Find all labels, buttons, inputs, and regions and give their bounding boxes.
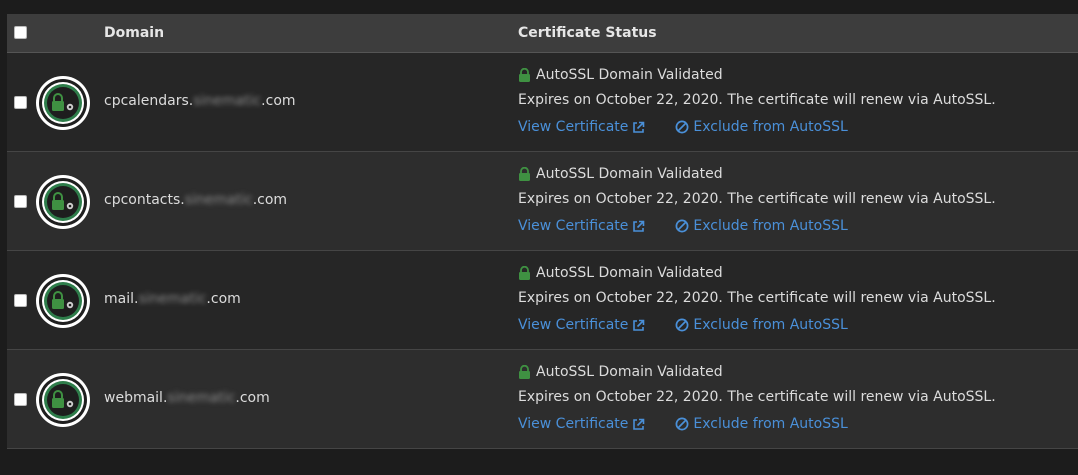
row-checkbox[interactable] [14,195,27,208]
row-actions: View Certificate Exclude from AutoSSL [518,119,848,135]
exclude-label: Exclude from AutoSSL [693,119,848,135]
domain-redacted: sinematic [138,291,207,307]
status-text: AutoSSL Domain Validated [536,166,723,182]
certificate-status: AutoSSL Domain Validated [518,265,723,281]
domain-redacted: sinematic [167,390,236,406]
lock-gear-icon [52,93,74,111]
domain-prefix: cpcontacts. [104,192,185,208]
domain-prefix: webmail. [104,390,168,406]
view-certificate-link[interactable]: View Certificate [518,119,645,135]
domain-prefix: cpcalendars. [104,93,194,109]
domain-name: cpcalendars.sinematic.com [104,93,296,109]
external-link-icon [633,220,645,232]
exclude-label: Exclude from AutoSSL [693,416,848,432]
table-row: webmail.sinematic.com AutoSSL Domain Val… [7,350,1078,449]
ssl-badge-icon [36,76,90,130]
lock-icon [519,68,530,82]
view-certificate-label: View Certificate [518,218,629,234]
ban-icon [675,120,689,134]
table-row: cpcontacts.sinematic.com AutoSSL Domain … [7,152,1078,251]
row-checkbox[interactable] [14,96,27,109]
expiry-text: Expires on October 22, 2020. The certifi… [518,191,996,207]
expiry-text: Expires on October 22, 2020. The certifi… [518,92,996,108]
lock-icon [519,365,530,379]
domain-name: mail.sinematic.com [104,291,241,307]
domain-suffix: .com [252,192,288,208]
domain-suffix: .com [261,93,296,109]
lock-icon [519,167,530,181]
lock-gear-icon [52,192,74,210]
column-header-certificate-status[interactable]: Certificate Status [518,25,657,41]
certificate-status: AutoSSL Domain Validated [518,67,723,83]
ssl-badge-icon [36,274,90,328]
domain-name: webmail.sinematic.com [104,390,270,406]
status-text: AutoSSL Domain Validated [536,265,723,281]
row-checkbox[interactable] [14,294,27,307]
lock-icon [519,266,530,280]
expiry-text: Expires on October 22, 2020. The certifi… [518,290,996,306]
table-row: cpcalendars.sinematic.com AutoSSL Domain… [7,53,1078,152]
table-row: mail.sinematic.com AutoSSL Domain Valida… [7,251,1078,350]
domain-suffix: .com [206,291,241,307]
exclude-from-autossl-link[interactable]: Exclude from AutoSSL [675,119,848,135]
row-actions: View Certificate Exclude from AutoSSL [518,416,848,432]
view-certificate-label: View Certificate [518,416,629,432]
certificate-status: AutoSSL Domain Validated [518,364,723,380]
expiry-text: Expires on October 22, 2020. The certifi… [518,389,996,405]
status-text: AutoSSL Domain Validated [536,67,723,83]
ssl-badge-icon [36,373,90,427]
lock-gear-icon [52,291,74,309]
exclude-label: Exclude from AutoSSL [693,317,848,333]
view-certificate-label: View Certificate [518,119,629,135]
exclude-from-autossl-link[interactable]: Exclude from AutoSSL [675,218,848,234]
exclude-from-autossl-link[interactable]: Exclude from AutoSSL [675,317,848,333]
exclude-from-autossl-link[interactable]: Exclude from AutoSSL [675,416,848,432]
view-certificate-link[interactable]: View Certificate [518,218,645,234]
lock-gear-icon [52,390,74,408]
view-certificate-label: View Certificate [518,317,629,333]
domain-redacted: sinematic [184,192,253,208]
table-header: Domain Certificate Status [7,14,1078,53]
column-header-domain[interactable]: Domain [104,25,164,41]
select-all-checkbox[interactable] [14,26,27,39]
domain-suffix: .com [235,390,270,406]
certificate-status: AutoSSL Domain Validated [518,166,723,182]
row-actions: View Certificate Exclude from AutoSSL [518,317,848,333]
view-certificate-link[interactable]: View Certificate [518,416,645,432]
ssl-badge-icon [36,175,90,229]
ban-icon [675,219,689,233]
status-text: AutoSSL Domain Validated [536,364,723,380]
external-link-icon [633,121,645,133]
ban-icon [675,318,689,332]
domain-name: cpcontacts.sinematic.com [104,192,287,208]
external-link-icon [633,418,645,430]
exclude-label: Exclude from AutoSSL [693,218,848,234]
row-actions: View Certificate Exclude from AutoSSL [518,218,848,234]
domain-redacted: sinematic [193,93,262,109]
ssl-domains-table: Domain Certificate Status cpcalendars.si… [7,14,1078,449]
external-link-icon [633,319,645,331]
row-checkbox[interactable] [14,393,27,406]
domain-prefix: mail. [104,291,139,307]
ban-icon [675,417,689,431]
view-certificate-link[interactable]: View Certificate [518,317,645,333]
